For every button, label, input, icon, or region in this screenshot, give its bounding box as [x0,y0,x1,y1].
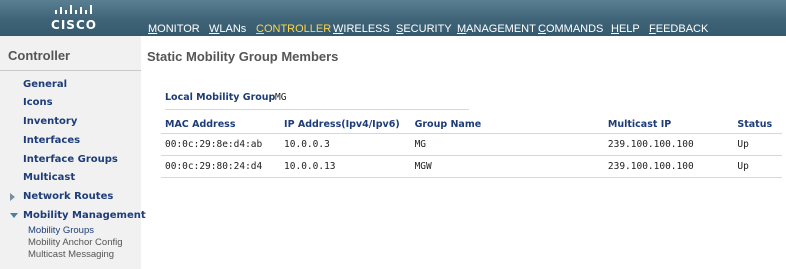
nav-controller[interactable]: CONTROLLER [256,23,331,35]
sidebar-item-multicast[interactable]: Multicast [23,172,75,183]
sidebar-item-general[interactable]: General [23,79,67,90]
table-row: 00:0c:29:80:24:d4 10.0.0.13 MGW 239.100.… [161,155,782,178]
column-header-group-name: Group Name [410,116,604,134]
nav-help[interactable]: HELP [611,23,640,35]
nav-commands[interactable]: COMMANDS [538,23,603,35]
cisco-logo: CISCO [44,4,104,34]
table-header-row: MAC Address IP Address(Ipv4/Ipv6) Group … [161,116,782,134]
sidebar-item-interface-groups[interactable]: Interface Groups [23,154,118,165]
table-row: 00:0c:29:8e:d4:ab 10.0.0.3 MG 239.100.10… [161,133,782,156]
sidebar-subitem-mobility-groups[interactable]: Mobility Groups [28,225,94,236]
collapsed-arrow-icon[interactable] [10,193,15,201]
cell-multicast-ip: 239.100.100.100 [603,133,734,156]
expanded-arrow-icon[interactable] [10,213,18,218]
column-header-mac: MAC Address [161,116,281,134]
top-navigation-bar: CISCO MONITOR WLANs CONTROLLER WIRELESS … [0,0,786,36]
sidebar-item-network-routes[interactable]: Network Routes [23,191,113,202]
cell-group-name: MG [410,133,604,156]
main-content: Static Mobility Group Members Local Mobi… [141,36,786,269]
sidebar-item-icons[interactable]: Icons [23,97,53,108]
nav-wireless[interactable]: WIRELESS [333,23,390,35]
column-header-ip: IP Address(Ipv4/Ipv6) [280,116,411,134]
cell-group-name: MGW [410,155,604,178]
cell-ip: 10.0.0.3 [280,133,411,156]
nav-management[interactable]: MANAGEMENT [457,23,536,35]
column-header-status: Status [733,116,782,134]
cell-status: Up [733,133,782,156]
nav-security[interactable]: SECURITY [396,23,452,35]
local-mobility-group-label: Local Mobility Group [165,92,276,103]
mobility-members-table: MAC Address IP Address(Ipv4/Ipv6) Group … [161,116,782,178]
local-mobility-group-value: MG [275,92,287,103]
cell-multicast-ip: 239.100.100.100 [603,155,734,178]
nav-wlans[interactable]: WLANs [209,23,246,35]
cisco-logo-text: CISCO [51,18,97,32]
local-mobility-group-row: Local Mobility Group MG [165,92,469,110]
page-title: Static Mobility Group Members [147,49,339,64]
sidebar-title: Controller [8,48,71,63]
column-header-multicast-ip: Multicast IP [603,116,734,134]
cell-ip: 10.0.0.13 [280,155,411,178]
cisco-bridge-icon [55,5,92,14]
nav-monitor[interactable]: MONITOR [148,23,200,35]
cell-status: Up [733,155,782,178]
sidebar-subitem-mobility-anchor-config[interactable]: Mobility Anchor Config [28,237,123,248]
cell-mac: 00:0c:29:8e:d4:ab [161,133,281,156]
nav-feedback[interactable]: FEEDBACK [649,23,708,35]
sidebar-item-mobility-management[interactable]: Mobility Management [23,210,146,221]
cell-mac: 00:0c:29:80:24:d4 [161,155,281,178]
sidebar-item-interfaces[interactable]: Interfaces [23,135,80,146]
sidebar-item-inventory[interactable]: Inventory [23,116,77,127]
sidebar-divider [0,70,141,71]
sidebar: Controller General Icons Inventory Inter… [0,36,146,269]
sidebar-subitem-multicast-messaging[interactable]: Multicast Messaging [28,249,114,260]
